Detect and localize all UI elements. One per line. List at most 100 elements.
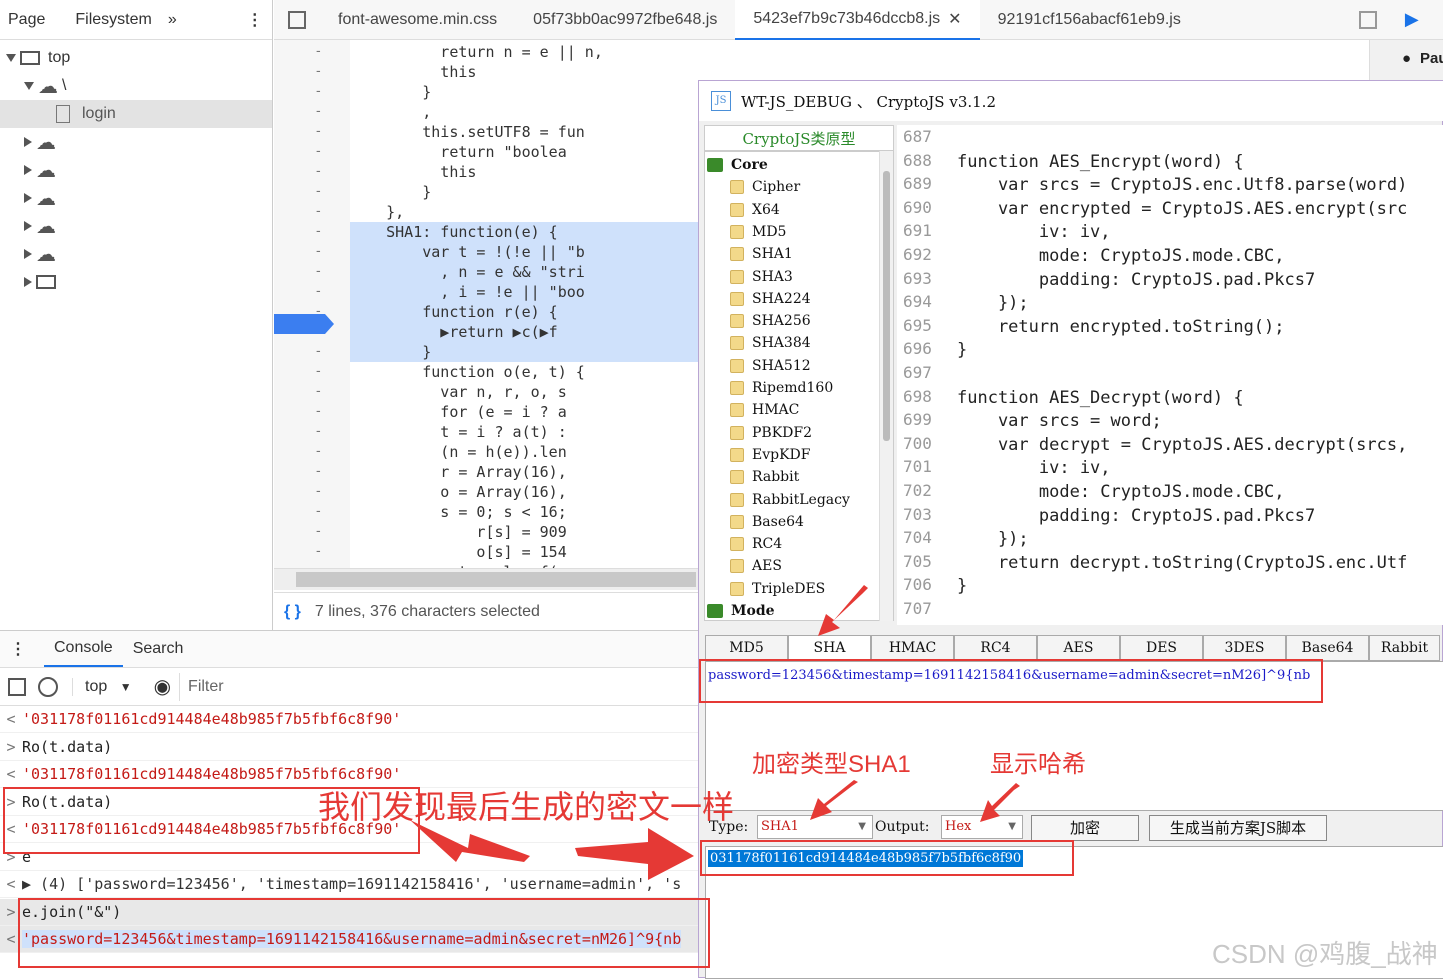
tree-item[interactable]: EvpKDF [730,444,811,466]
console-result-row[interactable]: < ▶ (4) ['password=123456', 'timestamp=16… [0,871,700,898]
algorithm-tab[interactable]: AES [1037,635,1120,661]
scrollbar-thumb[interactable] [296,572,696,587]
console-input-row[interactable]: > Ro(t.data) [0,734,700,761]
line-marker[interactable]: - [316,402,321,418]
line-marker[interactable]: - [316,202,321,218]
algorithm-tab[interactable]: HMAC [871,635,954,661]
tree-item[interactable]: AES [730,555,782,577]
output-select[interactable]: Hex ▼ [941,815,1023,839]
tree-scrollbar[interactable] [879,151,893,621]
algorithm-tab[interactable]: Rabbit [1369,635,1440,661]
line-marker[interactable]: - [316,462,321,478]
line-marker[interactable]: - [316,102,321,118]
tree-item[interactable]: Mode [707,600,775,620]
scrollbar-thumb[interactable] [883,171,890,441]
tree-item-cloud[interactable]: ☁ [0,240,272,268]
tree-item-top[interactable]: top [0,44,272,72]
script-code-view[interactable]: 687 688 function AES_Encrypt(word) {689 va… [897,125,1443,625]
line-marker[interactable]: - [316,242,321,258]
file-tab-active[interactable]: 5423ef7b9c73b46dccb8.js ✕ [735,0,980,40]
line-marker[interactable]: - [316,542,321,558]
close-icon[interactable]: ✕ [948,9,961,29]
horizontal-scrollbar[interactable] [274,568,699,590]
line-marker[interactable]: - [316,522,321,538]
tree-item[interactable]: Base64 [730,511,804,533]
tree-item[interactable]: SHA1 [730,243,793,265]
tree-item[interactable]: Ripemd160 [730,377,833,399]
type-select[interactable]: SHA1 ▼ [757,815,873,839]
algorithm-tab[interactable]: SHA [788,635,871,661]
filter-input[interactable]: Filter [179,672,659,701]
tree-item[interactable]: SHA384 [730,332,811,354]
tree-item-login[interactable]: login [0,100,272,128]
tree-item-cloud[interactable]: ☁ [0,156,272,184]
toggle-navigator-icon[interactable] [288,10,306,29]
drawer-menu-icon[interactable]: ⋮ [10,639,26,659]
line-marker[interactable]: - [316,282,321,298]
tree-item[interactable]: MD5 [730,221,786,243]
line-marker[interactable]: - [316,262,321,278]
breakpoint-marker[interactable] [274,314,334,334]
kebab-menu-icon[interactable]: ⋮ [239,10,271,30]
tree-item-cloud[interactable]: ☁ [0,184,272,212]
tab-console[interactable]: Console [44,631,123,667]
line-marker[interactable]: - [316,122,321,138]
algorithm-tab[interactable]: 3DES [1203,635,1286,661]
line-marker[interactable]: - [316,42,321,58]
tab-search[interactable]: Search [123,640,194,658]
algorithm-tab[interactable]: DES [1120,635,1203,661]
plaintext-input[interactable]: password=123456&timestamp=1691142158416&… [705,661,1443,811]
tab-filesystem[interactable]: Filesystem [67,11,159,29]
line-marker[interactable]: - [316,82,321,98]
console-result-row[interactable]: < 'password=123456&timestamp=169114215841… [0,926,700,953]
line-marker[interactable]: - [316,482,321,498]
file-tab[interactable]: 92191cf156abacf61eb9.js [980,0,1199,40]
tree-item[interactable]: TripleDES [730,578,825,600]
line-marker[interactable]: - [316,362,321,378]
generate-script-button[interactable]: 生成当前方案JS脚本 [1149,815,1327,841]
line-marker[interactable]: - [316,222,321,238]
tree-item[interactable]: PBKDF2 [730,422,812,444]
line-marker[interactable]: - [316,342,321,358]
line-marker[interactable]: - [316,442,321,458]
file-tab[interactable]: 05f73bb0ac9972fbe648.js [515,0,735,40]
algorithm-tab[interactable]: Base64 [1286,635,1369,661]
tree-item[interactable]: SHA256 [730,310,811,332]
more-tabs-icon[interactable]: » [160,11,185,29]
tree-item[interactable]: RC4 [730,533,782,555]
context-selector[interactable]: top ▼ [72,677,132,696]
tree-item-folder[interactable] [0,268,272,296]
line-marker[interactable]: - [316,422,321,438]
pretty-print-icon[interactable]: { } [284,603,301,621]
algorithm-tab[interactable]: MD5 [705,635,788,661]
encrypt-button[interactable]: 加密 [1031,815,1139,841]
console-result-row[interactable]: < '031178f01161cd914484e48b985f7b5fbf6c8f… [0,706,700,733]
algorithm-tab[interactable]: RC4 [954,635,1037,661]
line-marker[interactable]: - [316,182,321,198]
line-marker[interactable]: - [316,62,321,78]
tree-item[interactable]: Core [707,154,768,176]
line-marker[interactable]: - [316,502,321,518]
file-tab[interactable]: font-awesome.min.css [320,0,515,40]
tree-item-cloud[interactable]: ☁ [0,128,272,156]
tree-item[interactable]: SHA3 [730,266,793,288]
tree-item[interactable]: RabbitLegacy [730,489,850,511]
tree-item[interactable]: HMAC [730,399,799,421]
tree-item-cloud[interactable]: ☁ [0,212,272,240]
tab-page[interactable]: Page [0,11,53,29]
console-input-row[interactable]: > e.join("&") [0,898,700,926]
line-marker[interactable]: - [316,382,321,398]
live-expression-eye-icon[interactable]: ◉ [154,674,171,699]
tree-item[interactable]: Rabbit [730,466,799,488]
tree-item[interactable]: Cipher [730,176,800,198]
sidebar-toggle-icon[interactable] [8,677,26,696]
tree-item[interactable]: SHA512 [730,355,811,377]
tree-item[interactable]: SHA224 [730,288,811,310]
tree-item-cloud-origin[interactable]: ☁ \ [0,72,272,100]
tree-item[interactable]: X64 [730,199,780,221]
line-marker[interactable]: - [316,162,321,178]
line-marker[interactable]: - [316,142,321,158]
toggle-debugger-icon[interactable] [1358,10,1377,29]
resume-icon[interactable]: ▶ [1405,9,1419,30]
console-input-row[interactable]: > e [0,844,700,871]
